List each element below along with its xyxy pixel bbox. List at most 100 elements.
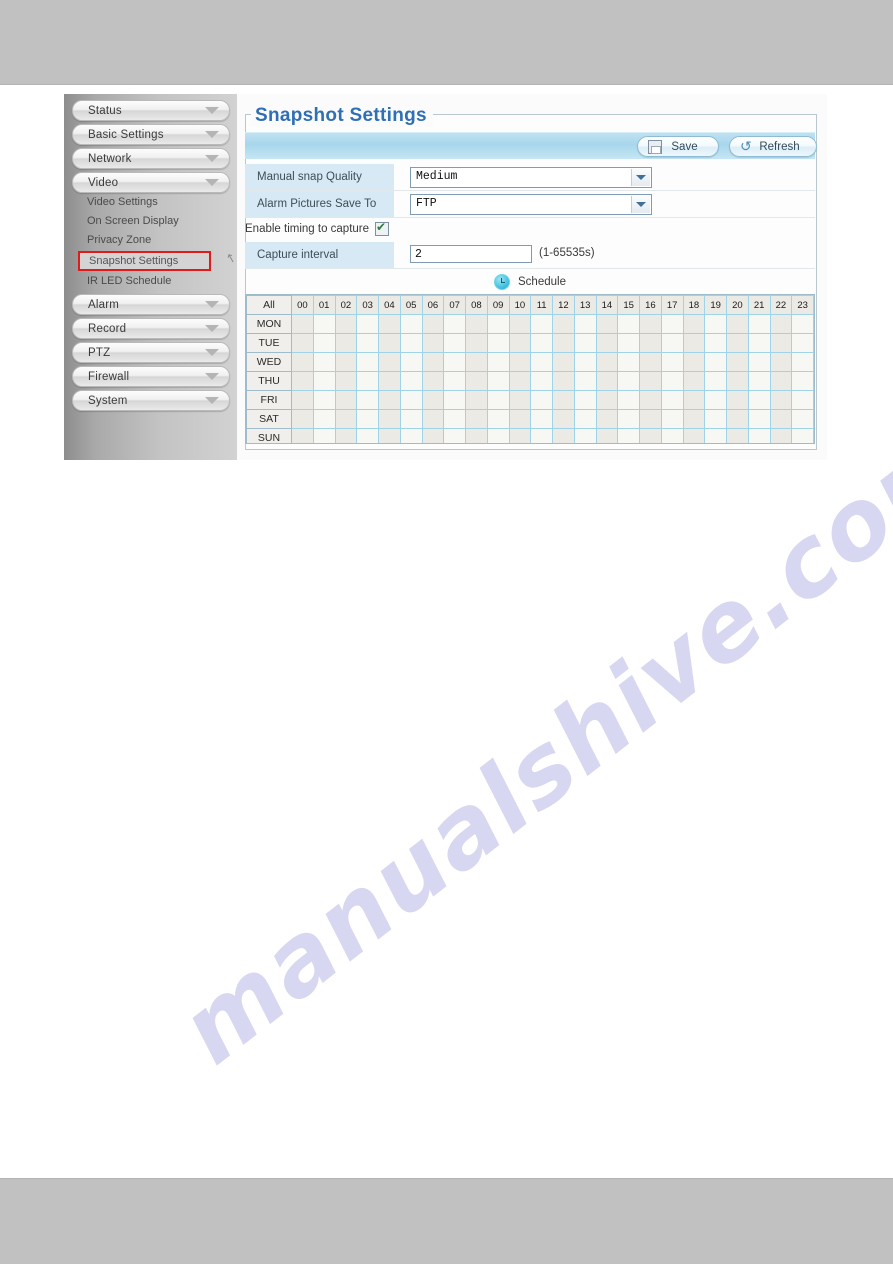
schedule-cell[interactable] — [552, 409, 575, 429]
schedule-cell[interactable] — [726, 428, 749, 443]
schedule-cell[interactable] — [399, 428, 423, 443]
schedule-cell[interactable] — [639, 371, 662, 391]
schedule-cell[interactable] — [660, 428, 684, 443]
schedule-cell[interactable] — [334, 333, 358, 353]
schedule-day-label[interactable]: SAT — [246, 409, 292, 429]
schedule-hour-header[interactable]: 06 — [421, 295, 445, 315]
schedule-cell[interactable] — [486, 352, 510, 372]
schedule-cell[interactable] — [617, 390, 640, 410]
schedule-cell[interactable] — [378, 390, 401, 410]
sidebar-item-snapshot-settings[interactable]: Snapshot Settings — [78, 251, 211, 271]
schedule-cell[interactable] — [356, 428, 379, 443]
schedule-cell[interactable] — [486, 428, 510, 443]
schedule-cell[interactable] — [791, 352, 814, 372]
schedule-cell[interactable] — [573, 409, 597, 429]
schedule-cell[interactable] — [486, 371, 510, 391]
schedule-cell[interactable] — [595, 390, 619, 410]
capture-interval-input[interactable]: 2 — [410, 245, 532, 263]
schedule-cell[interactable] — [639, 314, 662, 334]
schedule-cell[interactable] — [443, 314, 466, 334]
schedule-cell[interactable] — [334, 352, 358, 372]
schedule-cell[interactable] — [486, 314, 510, 334]
schedule-cell[interactable] — [291, 333, 314, 353]
schedule-cell[interactable] — [791, 314, 814, 334]
save-button[interactable]: Save — [637, 136, 719, 157]
schedule-cell[interactable] — [465, 409, 488, 429]
sidebar-menu-network[interactable]: Network — [72, 148, 230, 169]
schedule-cell[interactable] — [356, 390, 379, 410]
schedule-cell[interactable] — [334, 371, 358, 391]
schedule-cell[interactable] — [378, 409, 401, 429]
schedule-cell[interactable] — [508, 390, 532, 410]
schedule-cell[interactable] — [660, 352, 684, 372]
schedule-cell[interactable] — [726, 333, 749, 353]
schedule-cell[interactable] — [443, 352, 466, 372]
schedule-hour-header[interactable]: 23 — [791, 295, 814, 315]
schedule-cell[interactable] — [595, 314, 619, 334]
schedule-cell[interactable] — [617, 371, 640, 391]
schedule-hour-header[interactable]: 07 — [443, 295, 466, 315]
schedule-hour-header[interactable]: 01 — [312, 295, 336, 315]
schedule-cell[interactable] — [573, 314, 597, 334]
schedule-cell[interactable] — [747, 390, 771, 410]
schedule-cell[interactable] — [530, 371, 553, 391]
schedule-cell[interactable] — [530, 428, 553, 443]
schedule-cell[interactable] — [421, 314, 445, 334]
schedule-cell[interactable] — [595, 371, 619, 391]
schedule-cell[interactable] — [704, 409, 727, 429]
sidebar-item-ir-led-schedule[interactable]: IR LED Schedule — [64, 272, 237, 291]
schedule-cell[interactable] — [312, 352, 336, 372]
schedule-cell[interactable] — [291, 314, 314, 334]
schedule-hour-header[interactable]: 15 — [617, 295, 640, 315]
schedule-day-label[interactable]: SUN — [246, 428, 292, 443]
schedule-cell[interactable] — [552, 390, 575, 410]
schedule-cell[interactable] — [443, 428, 466, 443]
schedule-hour-header[interactable]: 20 — [726, 295, 749, 315]
schedule-cell[interactable] — [486, 409, 510, 429]
schedule-cell[interactable] — [639, 352, 662, 372]
schedule-hour-header[interactable]: 22 — [769, 295, 793, 315]
schedule-cell[interactable] — [334, 428, 358, 443]
schedule-cell[interactable] — [769, 371, 793, 391]
schedule-cell[interactable] — [443, 371, 466, 391]
schedule-cell[interactable] — [552, 314, 575, 334]
schedule-cell[interactable] — [726, 371, 749, 391]
schedule-cell[interactable] — [552, 333, 575, 353]
schedule-cell[interactable] — [443, 333, 466, 353]
sidebar-menu-alarm[interactable]: Alarm — [72, 294, 230, 315]
schedule-cell[interactable] — [726, 409, 749, 429]
schedule-cell[interactable] — [421, 390, 445, 410]
schedule-cell[interactable] — [378, 333, 401, 353]
schedule-cell[interactable] — [769, 409, 793, 429]
schedule-day-label[interactable]: FRI — [246, 390, 292, 410]
schedule-cell[interactable] — [312, 428, 336, 443]
schedule-cell[interactable] — [791, 409, 814, 429]
schedule-cell[interactable] — [573, 390, 597, 410]
schedule-cell[interactable] — [356, 352, 379, 372]
schedule-hour-header[interactable]: 13 — [573, 295, 597, 315]
schedule-cell[interactable] — [291, 352, 314, 372]
schedule-cell[interactable] — [334, 390, 358, 410]
schedule-cell[interactable] — [421, 428, 445, 443]
schedule-cell[interactable] — [421, 409, 445, 429]
schedule-cell[interactable] — [726, 390, 749, 410]
schedule-cell[interactable] — [573, 333, 597, 353]
schedule-hour-header[interactable]: 18 — [682, 295, 706, 315]
schedule-cell[interactable] — [334, 409, 358, 429]
schedule-cell[interactable] — [356, 371, 379, 391]
schedule-cell[interactable] — [465, 390, 488, 410]
schedule-cell[interactable] — [291, 371, 314, 391]
schedule-cell[interactable] — [573, 352, 597, 372]
schedule-hour-header[interactable]: 02 — [334, 295, 358, 315]
schedule-cell[interactable] — [312, 333, 336, 353]
schedule-cell[interactable] — [312, 390, 336, 410]
schedule-cell[interactable] — [378, 371, 401, 391]
schedule-cell[interactable] — [747, 371, 771, 391]
schedule-cell[interactable] — [747, 409, 771, 429]
schedule-cell[interactable] — [573, 371, 597, 391]
sidebar-menu-status[interactable]: Status — [72, 100, 230, 121]
schedule-cell[interactable] — [530, 409, 553, 429]
schedule-cell[interactable] — [660, 390, 684, 410]
schedule-cell[interactable] — [465, 371, 488, 391]
schedule-cell[interactable] — [312, 314, 336, 334]
